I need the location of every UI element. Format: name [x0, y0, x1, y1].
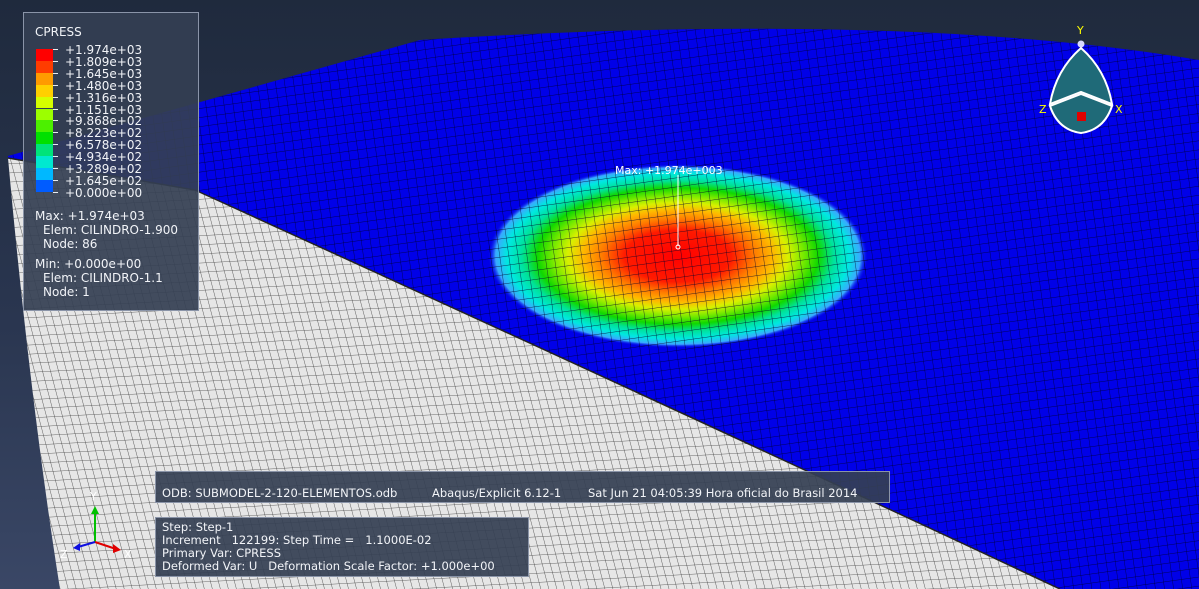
- legend-tick: [53, 84, 58, 86]
- solver-version: Abaqus/Explicit 6.12-1: [432, 486, 562, 500]
- primary-var: Primary Var: CPRESS: [162, 546, 281, 560]
- legend-value: +1.316e+03: [65, 90, 143, 105]
- legend-value: +1.645e+03: [65, 66, 143, 81]
- legend-swatch: [36, 168, 53, 180]
- legend-tick: [53, 108, 58, 110]
- max-label: Max: +1.974e+003: [615, 164, 723, 177]
- small-triad-y: Y: [89, 490, 97, 503]
- contour-legend[interactable]: CPRESS +1.974e+03 +1.809e+03 +1.645e+03 +1.…: [23, 12, 199, 311]
- legend-min-elem: Elem: CILINDRO-1.1: [43, 271, 163, 285]
- legend-tick: [53, 72, 58, 74]
- triad-x-label: X: [1115, 103, 1123, 116]
- small-triad-z: Z: [60, 548, 68, 561]
- legend-value: +1.480e+03: [65, 78, 143, 93]
- legend-max-node: Node: 86: [43, 237, 98, 251]
- legend-tick: [53, 49, 58, 50]
- legend-max-elem: Elem: CILINDRO-1.900: [43, 223, 179, 237]
- triad-z-label: Z: [1039, 103, 1047, 116]
- legend-tick: [53, 120, 58, 122]
- legend-tick: [53, 168, 58, 169]
- legend-tick: [53, 144, 58, 146]
- triad-y-label: Y: [1076, 24, 1084, 37]
- legend-min-node: Node: 1: [43, 285, 90, 299]
- odb-info-bar: ODB: SUBMODEL-2-120-ELEMENTOS.odb Abaqus…: [155, 471, 890, 503]
- small-triad-x: X: [124, 548, 132, 561]
- odb-name: ODB: SUBMODEL-2-120-ELEMENTOS.odb: [162, 486, 398, 500]
- legend-swatch: [36, 60, 53, 73]
- legend-tick: [53, 60, 58, 62]
- deformed-var: Deformed Var: U Deformation Scale Factor…: [162, 559, 495, 573]
- legend-swatch: [36, 144, 53, 157]
- step-info-box: Step: Step-1 Increment 122199: Step Time…: [155, 517, 529, 577]
- legend-tick: [53, 179, 58, 181]
- legend-swatch: [36, 72, 53, 85]
- step-name: Step: Step-1: [162, 520, 234, 534]
- increment-info: Increment 122199: Step Time = 1.1000E-02: [162, 533, 432, 547]
- legend-tick: [53, 96, 58, 98]
- legend-max-value: Max: +1.974e+03: [35, 209, 145, 223]
- legend-swatch: [36, 96, 53, 109]
- legend-value: +0.000e+00: [65, 185, 143, 200]
- legend-tick: [53, 191, 58, 193]
- legend-title: CPRESS: [35, 25, 82, 39]
- legend-swatch: [36, 108, 53, 121]
- legend-swatch: [36, 49, 53, 61]
- legend-min-value: Min: +0.000e+00: [35, 257, 142, 271]
- legend-swatch: [36, 120, 53, 133]
- legend-tick: [53, 132, 58, 134]
- legend-swatch: [36, 132, 53, 145]
- legend-swatch: [36, 84, 53, 97]
- legend-tick: [53, 156, 58, 158]
- legend-swatch: [36, 156, 53, 168]
- odb-date: Sat Jun 21 04:05:39 Hora oficial do Bras…: [588, 486, 858, 500]
- legend-swatch: [36, 179, 53, 192]
